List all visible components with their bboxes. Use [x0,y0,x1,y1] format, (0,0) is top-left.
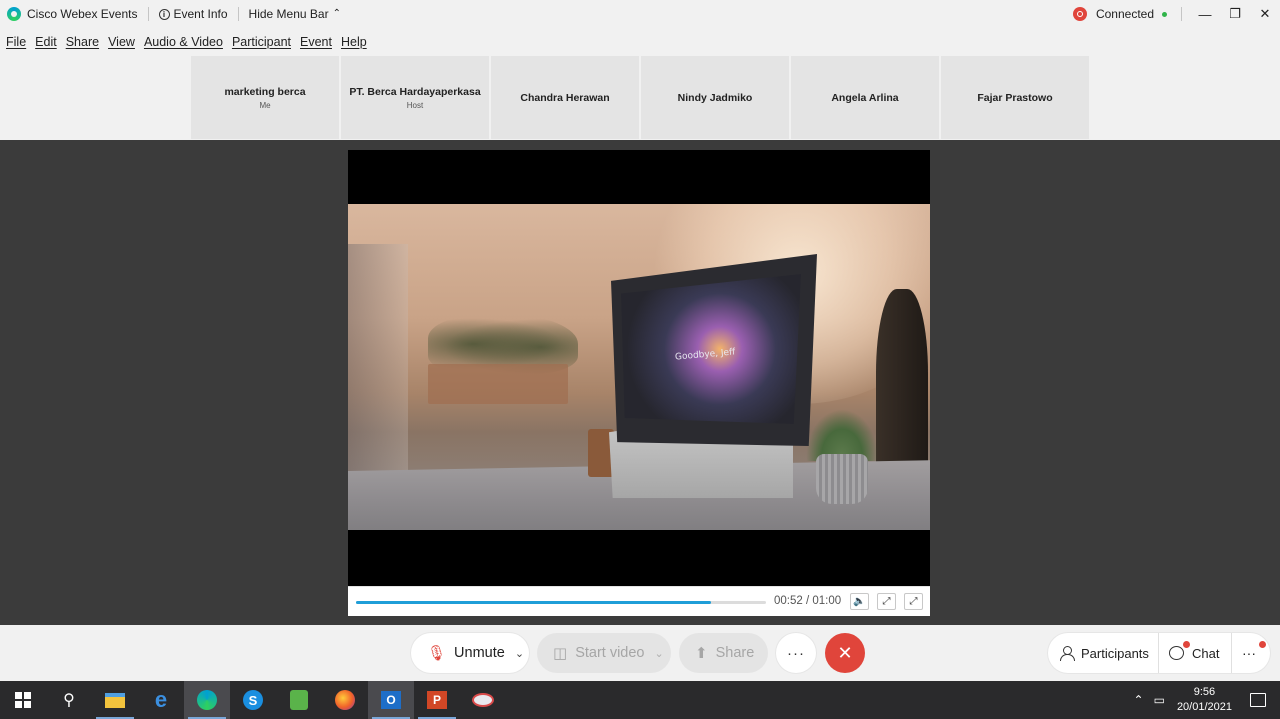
divider [147,7,149,21]
edge-icon[interactable]: e [138,681,184,719]
panel-buttons: Participants Chat ··· [1048,633,1270,673]
search-icon[interactable]: ⚲ [46,681,92,719]
battery-icon[interactable]: ▭ [1154,693,1165,707]
menu-event[interactable]: Event [300,35,332,49]
clock-date: 20/01/2021 [1176,701,1232,713]
unmute-button[interactable]: 🎙 Unmute ⌄ [411,633,529,673]
video-frame-image: Goodbye, Jeff [348,204,930,530]
participant-tile[interactable]: Chandra Herawan [491,56,639,139]
participant-tile[interactable]: Fajar Prastowo [941,56,1089,139]
participant-name: marketing berca [224,85,306,98]
connection-status: Connected [1095,7,1154,21]
restore-button[interactable]: ❐ [1220,0,1250,28]
video-off-icon: ◫ [553,645,568,662]
windows-icon [15,692,31,708]
webex-taskbar-icon[interactable] [184,681,230,719]
participant-tile[interactable]: Nindy Jadmiko [641,56,789,139]
menu-participant[interactable]: Participant [232,35,291,49]
webex-logo-icon [7,7,21,21]
start-video-button[interactable]: ◫ Start video ⌄ [537,633,671,673]
share-label: Share [715,645,755,661]
participant-strip: marketing berca Me PT. Berca Hardayaperk… [0,56,1280,140]
chevron-up-icon: ⌃ [332,7,341,19]
menu-bar: File Edit Share View Audio & Video Parti… [0,28,1280,56]
connection-status-icon [1072,7,1087,21]
info-icon: i [158,8,170,20]
skype-icon[interactable]: S [230,681,276,719]
participants-label: Participants [1081,645,1149,661]
participant-tile[interactable]: Angela Arlina [791,56,939,139]
file-explorer-icon[interactable] [92,681,138,719]
chat-button[interactable]: Chat [1159,633,1231,673]
share-button[interactable]: ⬆ Share [679,633,768,673]
participant-role: Me [259,100,271,110]
clock-time: 9:56 [1193,686,1216,698]
participant-name: Fajar Prastowo [977,91,1053,104]
menu-edit[interactable]: Edit [35,35,57,49]
participants-button[interactable]: Participants [1048,633,1158,673]
video-player-controls: 00:52 / 01:00 🔈 ⤢ ⤢ [348,586,930,616]
video-progress-bar[interactable] [356,601,766,604]
fullscreen-icon[interactable]: ⤢ [904,593,923,610]
clock[interactable]: 9:56 20/01/2021 [1177,685,1232,715]
divider [237,7,239,21]
outlook-icon[interactable]: O [368,681,414,719]
chat-label: Chat [1192,645,1220,661]
participant-tile[interactable]: marketing berca Me [191,56,339,139]
close-window-button[interactable]: ✕ [1250,0,1280,28]
device-monitor: Goodbye, Jeff [603,254,823,504]
connected-dot-icon [1162,11,1167,17]
participant-role: Host [406,100,424,110]
notifications-icon[interactable] [1250,693,1266,707]
leave-meeting-button[interactable]: ✕ [825,633,865,673]
pop-out-icon[interactable]: ⤢ [877,593,896,610]
more-icon: ··· [1242,645,1256,661]
menu-audio-video[interactable]: Audio & Video [144,35,223,49]
meeting-controls: 🎙 Unmute ⌄ ◫ Start video ⌄ ⬆ Share ··· ✕… [0,625,1280,681]
mic-muted-icon: 🎙 [427,645,447,662]
menu-view[interactable]: View [108,35,135,49]
unmute-label: Unmute [454,645,505,661]
notification-dot [1259,641,1266,648]
chat-notification-dot [1183,641,1190,648]
shared-video[interactable]: Goodbye, Jeff [348,150,930,586]
title-bar: Cisco Webex Events i Event Info Hide Men… [0,0,1280,28]
minimize-button[interactable]: — [1190,0,1220,28]
video-progress-fill [356,601,712,604]
windows-taskbar: ⚲ e S O P ⌃ ▭ 9:56 20/01/2021 [0,681,1280,719]
participant-tile[interactable]: PT. Berca Hardayaperkasa Host [341,56,489,139]
video-time: 00:52 / 01:00 [774,595,842,607]
share-icon: ⬆ [695,645,708,662]
event-info-button[interactable]: i Event Info [158,7,228,21]
powerpoint-icon[interactable]: P [414,681,460,719]
participant-name: PT. Berca Hardayaperkasa [349,85,481,98]
app-name: Cisco Webex Events [27,7,138,21]
participant-name: Nindy Jadmiko [677,91,753,104]
chevron-down-icon[interactable]: ⌄ [655,647,664,660]
participant-name: Angela Arlina [831,91,899,104]
participant-name: Chandra Herawan [520,91,610,104]
menu-share[interactable]: Share [66,35,99,49]
panel-more-button[interactable]: ··· [1232,633,1270,673]
hide-menu-bar-button[interactable]: Hide Menu Bar ⌃ [249,7,341,21]
event-info-label: Event Info [173,7,228,21]
system-tray: ⌃ ▭ 9:56 20/01/2021 [1134,681,1280,719]
paint-icon[interactable] [460,681,506,719]
firefox-icon[interactable] [322,681,368,719]
start-button[interactable] [0,681,46,719]
app-title: Cisco Webex Events [0,7,138,21]
divider [1181,7,1182,21]
volume-icon[interactable]: 🔈 [850,593,869,610]
person-icon [1060,646,1075,661]
chat-icon [1169,646,1184,660]
menu-file[interactable]: File [6,35,26,49]
chevron-down-icon[interactable]: ⌄ [515,647,524,660]
app-leaf-icon[interactable] [276,681,322,719]
hide-menu-label: Hide Menu Bar [248,7,329,21]
menu-help[interactable]: Help [341,35,367,49]
start-video-label: Start video [575,645,645,661]
show-hidden-icons-icon[interactable]: ⌃ [1134,693,1144,707]
more-options-button[interactable]: ··· [776,633,816,673]
